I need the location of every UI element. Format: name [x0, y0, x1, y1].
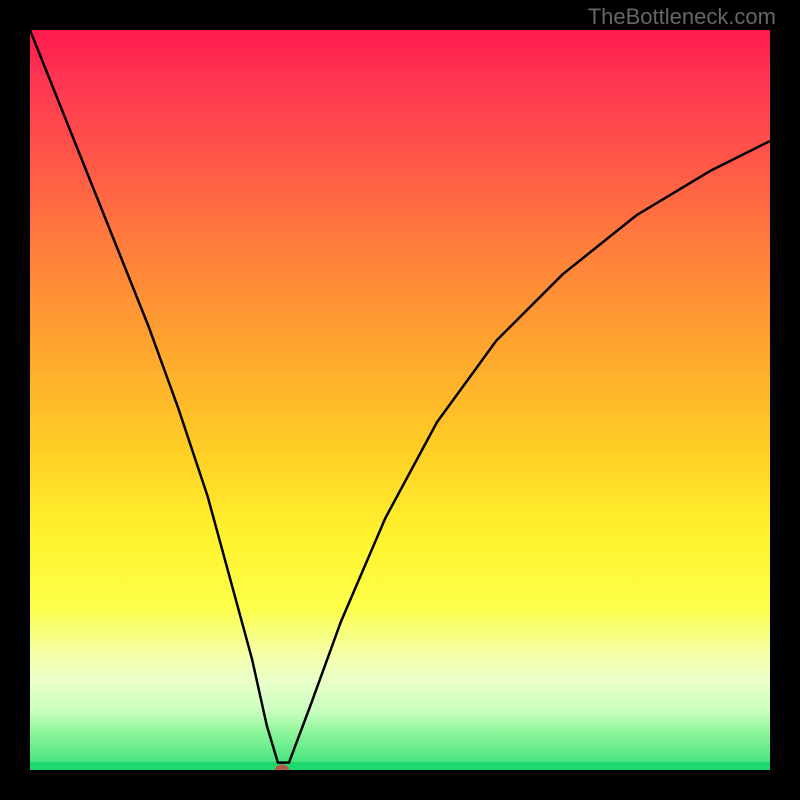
curve-path — [30, 30, 770, 763]
bottleneck-curve — [30, 30, 770, 770]
watermark-text: TheBottleneck.com — [588, 4, 776, 30]
minimum-marker — [275, 765, 289, 771]
plot-area — [30, 30, 770, 770]
chart-frame: TheBottleneck.com — [0, 0, 800, 800]
